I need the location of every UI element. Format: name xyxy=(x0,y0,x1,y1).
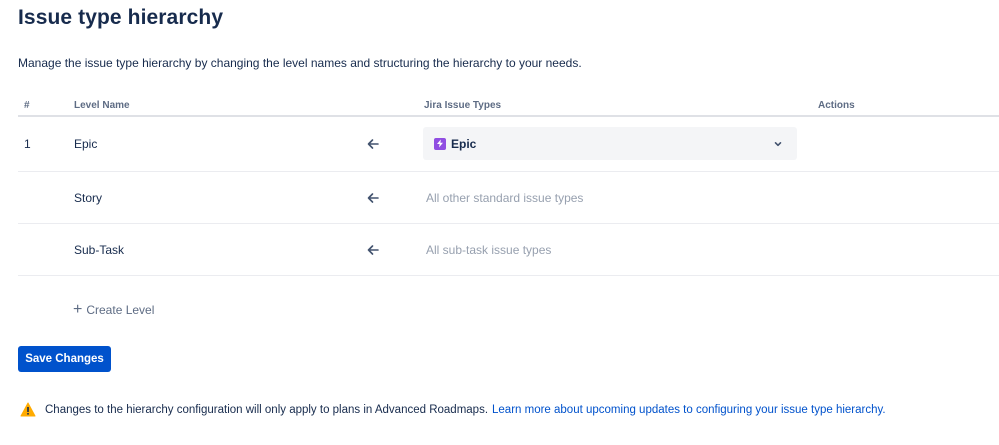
arrow-left-icon xyxy=(367,192,379,203)
create-level-button[interactable]: + Create Level xyxy=(73,301,155,318)
page-title: Issue type hierarchy xyxy=(18,6,224,29)
header-actions: Actions xyxy=(818,100,855,111)
arrow-left-icon xyxy=(367,244,379,255)
issue-types-text: All sub-task issue types xyxy=(426,242,552,257)
issue-types-text: All other standard issue types xyxy=(426,190,584,205)
header-number: # xyxy=(24,100,30,111)
hierarchy-notice: Changes to the hierarchy configuration w… xyxy=(20,402,886,417)
create-level-label: Create Level xyxy=(86,303,155,317)
level-name[interactable]: Sub-Task xyxy=(74,243,124,257)
chevron-down-icon xyxy=(774,142,782,147)
header-issue-types: Jira Issue Types xyxy=(424,100,502,111)
warning-icon xyxy=(20,402,36,417)
hierarchy-table: # Level Name Jira Issue Types Actions 1 … xyxy=(18,94,999,276)
page-description: Manage the issue type hierarchy by chang… xyxy=(18,56,582,70)
level-name[interactable]: Story xyxy=(74,191,102,205)
level-name[interactable]: Epic xyxy=(74,137,97,151)
issue-type-select[interactable]: Epic xyxy=(423,127,797,160)
table-row: Sub-Task All sub-task issue types xyxy=(18,224,999,276)
plus-icon: + xyxy=(73,301,83,318)
arrow-left-icon xyxy=(367,139,379,149)
learn-more-link[interactable]: Learn more about upcoming updates to con… xyxy=(492,404,886,416)
header-level-name: Level Name xyxy=(74,100,130,111)
issue-type-select-value: Epic xyxy=(451,136,477,151)
save-changes-button[interactable]: Save Changes xyxy=(18,346,111,372)
table-row: 1 Epic Epic xyxy=(18,117,999,172)
table-row: Story All other standard issue types xyxy=(18,172,999,224)
notice-text: Changes to the hierarchy configuration w… xyxy=(45,403,489,416)
table-header: # Level Name Jira Issue Types Actions xyxy=(18,94,999,117)
row-number: 1 xyxy=(24,137,31,151)
epic-icon xyxy=(434,137,446,150)
